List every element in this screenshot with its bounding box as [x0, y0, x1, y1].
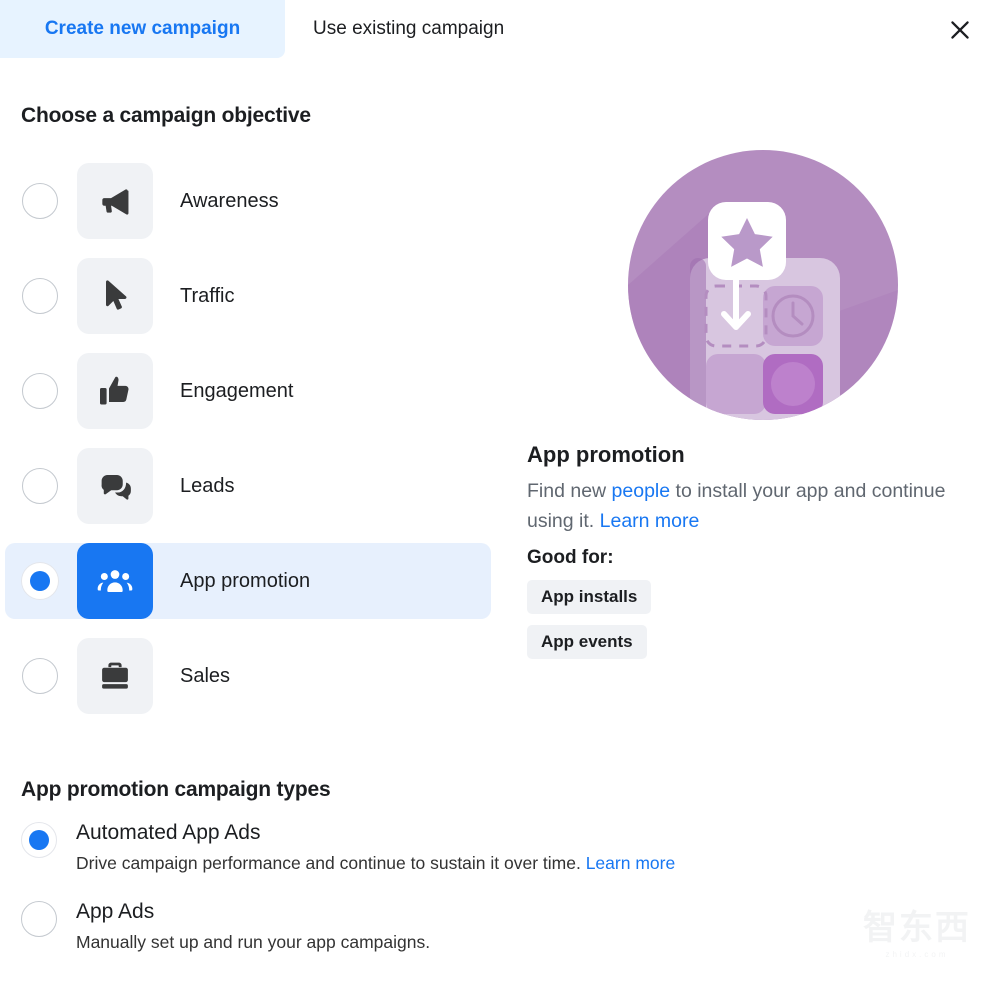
radio-leads[interactable]	[22, 468, 58, 504]
campaign-type-desc-text: Drive campaign performance and continue …	[76, 853, 586, 873]
objective-label: Traffic	[180, 284, 235, 307]
thumbs-up-icon	[77, 353, 153, 429]
app-promotion-illustration	[628, 150, 898, 420]
radio-traffic[interactable]	[22, 278, 58, 314]
tab-use-existing-campaign[interactable]: Use existing campaign	[285, 0, 532, 58]
objective-label: Leads	[180, 474, 235, 497]
objective-label: Sales	[180, 664, 231, 687]
close-button[interactable]	[942, 12, 978, 48]
chat-bubbles-icon	[77, 448, 153, 524]
campaign-type-description: Manually set up and run your app campaig…	[76, 930, 430, 954]
campaign-objective-dialog: Create new campaign Use existing campaig…	[0, 0, 1000, 985]
tab-bar: Create new campaign Use existing campaig…	[0, 0, 1000, 58]
objective-label: Awareness	[180, 189, 279, 212]
radio-app-ads[interactable]	[21, 901, 57, 937]
megaphone-icon	[77, 163, 153, 239]
campaign-type-row-app-ads[interactable]: App Ads Manually set up and run your app…	[21, 899, 881, 954]
objective-detail-panel: App promotion Find new people to install…	[527, 150, 967, 670]
objective-row-awareness[interactable]: Awareness	[5, 163, 491, 239]
good-for-badges: App installs App events	[527, 580, 967, 670]
objective-list: Awareness Traffic Engagement Leads App p…	[5, 163, 491, 733]
objective-row-app-promotion[interactable]: App promotion	[5, 543, 491, 619]
campaign-types-list: Automated App Ads Drive campaign perform…	[21, 820, 881, 978]
learn-more-link[interactable]: Learn more	[586, 853, 676, 873]
radio-sales[interactable]	[22, 658, 58, 694]
objective-row-sales[interactable]: Sales	[5, 638, 491, 714]
watermark-subtext: zhidx.com	[885, 950, 949, 959]
objective-row-traffic[interactable]: Traffic	[5, 258, 491, 334]
briefcase-icon	[77, 638, 153, 714]
cursor-icon	[77, 258, 153, 334]
objective-row-leads[interactable]: Leads	[5, 448, 491, 524]
radio-engagement[interactable]	[22, 373, 58, 409]
radio-automated-app-ads[interactable]	[21, 822, 57, 858]
badge-app-installs: App installs	[527, 580, 652, 614]
campaign-type-description: Drive campaign performance and continue …	[76, 851, 675, 875]
learn-more-link[interactable]: Learn more	[600, 510, 700, 532]
detail-heading: App promotion	[527, 442, 685, 467]
objective-row-engagement[interactable]: Engagement	[5, 353, 491, 429]
objective-section-title: Choose a campaign objective	[21, 104, 311, 127]
good-for-label: Good for:	[527, 547, 614, 568]
badge-app-events: App events	[527, 625, 647, 659]
radio-app-promotion[interactable]	[22, 563, 58, 599]
close-icon	[947, 17, 973, 43]
people-link[interactable]: people	[612, 480, 671, 502]
campaign-types-title: App promotion campaign types	[21, 778, 331, 801]
campaign-type-title: App Ads	[76, 900, 155, 923]
people-group-icon	[77, 543, 153, 619]
desc-text-1: Find new	[527, 480, 612, 502]
objective-label: App promotion	[180, 569, 311, 592]
tab-create-new-campaign[interactable]: Create new campaign	[0, 0, 285, 58]
detail-description: Find new people to install your app and …	[527, 476, 947, 536]
campaign-type-row-automated-app-ads[interactable]: Automated App Ads Drive campaign perform…	[21, 820, 881, 875]
radio-awareness[interactable]	[22, 183, 58, 219]
campaign-type-desc-text: Manually set up and run your app campaig…	[76, 932, 431, 952]
campaign-type-title: Automated App Ads	[76, 821, 261, 844]
objective-label: Engagement	[180, 379, 294, 402]
